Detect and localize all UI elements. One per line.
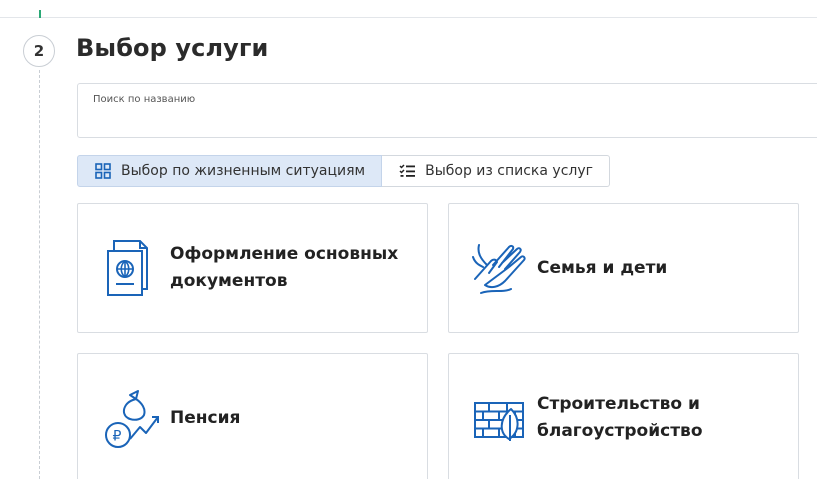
tab-service-list[interactable]: Выбор из списка услуг bbox=[382, 155, 610, 187]
card-construction[interactable]: Строительство и благоустройство bbox=[448, 353, 799, 479]
card-label: Строительство и благоустройство bbox=[537, 394, 703, 441]
card-main-documents[interactable]: Оформление основных документов bbox=[77, 203, 428, 333]
progress-tick bbox=[39, 10, 41, 18]
brick-wall-icon bbox=[469, 385, 531, 451]
page-title: Выбор услуги bbox=[76, 34, 269, 62]
step-connector-line bbox=[39, 70, 40, 479]
card-label: Семья и дети bbox=[537, 257, 668, 278]
tab-life-situations[interactable]: Выбор по жизненным ситуациям bbox=[77, 155, 383, 187]
top-divider bbox=[0, 17, 817, 18]
list-icon bbox=[399, 164, 416, 178]
card-family-children[interactable]: Семья и дети bbox=[448, 203, 799, 333]
card-pension[interactable]: ₽ Пенсия bbox=[77, 353, 428, 479]
search-input[interactable]: Поиск по названию bbox=[77, 83, 817, 138]
card-label: Оформление основных документов bbox=[170, 244, 399, 291]
selection-mode-tabs: Выбор по жизненным ситуациям Выбор из сп… bbox=[77, 155, 610, 187]
service-selection-page: 2 Выбор услуги Поиск по названию Выбор п… bbox=[0, 0, 817, 479]
passport-icon bbox=[100, 235, 162, 301]
tab-label: Выбор по жизненным ситуациям bbox=[121, 163, 366, 179]
search-label: Поиск по названию bbox=[93, 94, 196, 105]
hands-icon bbox=[469, 235, 531, 301]
card-label: Пенсия bbox=[170, 407, 241, 428]
pension-icon: ₽ bbox=[100, 385, 162, 451]
grid-icon bbox=[95, 163, 111, 179]
step-number-badge: 2 bbox=[23, 35, 55, 67]
svg-text:₽: ₽ bbox=[113, 429, 122, 445]
tab-label: Выбор из списка услуг bbox=[425, 163, 593, 179]
